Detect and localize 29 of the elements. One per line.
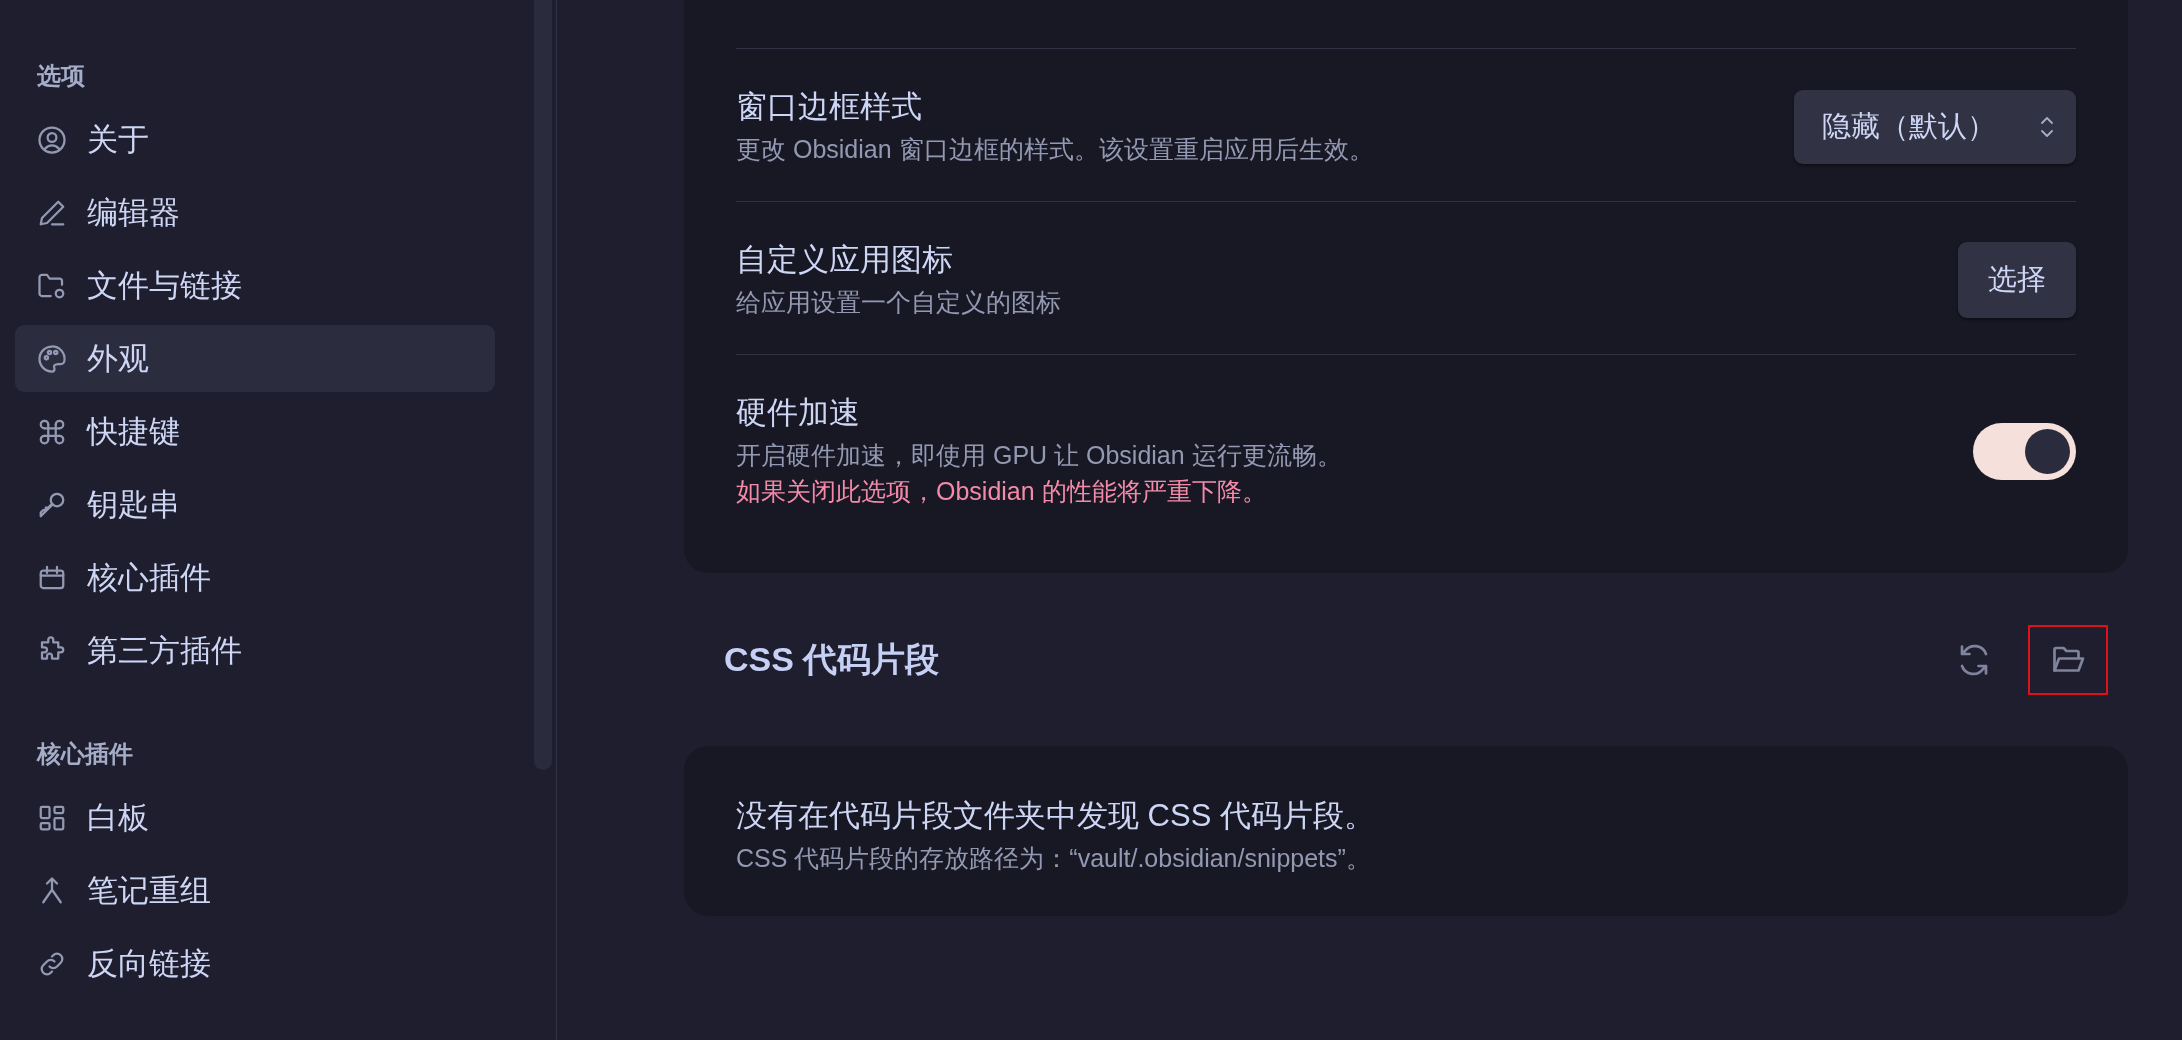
section-heading: 选项 xyxy=(37,61,86,91)
sidebar-item[interactable]: 白板 xyxy=(15,784,495,851)
section-heading: CSS 代码片段 xyxy=(724,638,940,680)
setting-description: 开启硬件加速，即使用 GPU 让 Obsidian 运行更流畅。 xyxy=(736,440,1342,471)
sidebar-item[interactable]: 钥匙串 xyxy=(15,471,495,538)
user-circle-icon xyxy=(37,124,67,155)
sidebar-item[interactable]: 核心插件 xyxy=(15,544,495,611)
icon-button[interactable] xyxy=(2028,624,2108,695)
choose-button[interactable]: 选择 xyxy=(1958,242,2076,318)
section-heading: 核心插件 xyxy=(37,739,134,769)
setting-title: 硬件加速 xyxy=(736,394,861,432)
setting-title: 窗口边框样式 xyxy=(736,88,923,126)
sidebar-item[interactable]: 外观 xyxy=(15,325,495,392)
sidebar-item[interactable]: 第三方插件 xyxy=(15,617,495,684)
setting-title: 自定义应用图标 xyxy=(736,241,954,279)
sidebar-item[interactable]: 快捷键 xyxy=(15,398,495,465)
palette-icon xyxy=(37,343,67,374)
toggle-switch[interactable] xyxy=(1973,422,2076,480)
setting-description: 更改 Obsidian 窗口边框的样式。该设置重启应用后生效。 xyxy=(736,134,1374,165)
sidebar-item[interactable]: 编辑器 xyxy=(15,179,495,246)
empty-state-description: CSS 代码片段的存放路径为：“vault/.obsidian/snippets”。 xyxy=(736,843,1372,874)
setting-description: 给应用设置一个自定义的图标 xyxy=(736,287,1061,318)
sidebar-item[interactable]: 关于 xyxy=(15,106,495,173)
dropdown[interactable]: 隐藏（默认） xyxy=(1794,90,2076,164)
sidebar-item[interactable]: 笔记重组 xyxy=(15,857,495,924)
warning-text: 如果关闭此选项，Obsidian 的性能将严重下降。 xyxy=(736,476,1268,507)
empty-state-title: 没有在代码片段文件夹中发现 CSS 代码片段。 xyxy=(736,797,1376,835)
sidebar-item[interactable]: 文件与链接 xyxy=(15,252,495,319)
sidebar-item[interactable]: 反向链接 xyxy=(15,930,495,997)
